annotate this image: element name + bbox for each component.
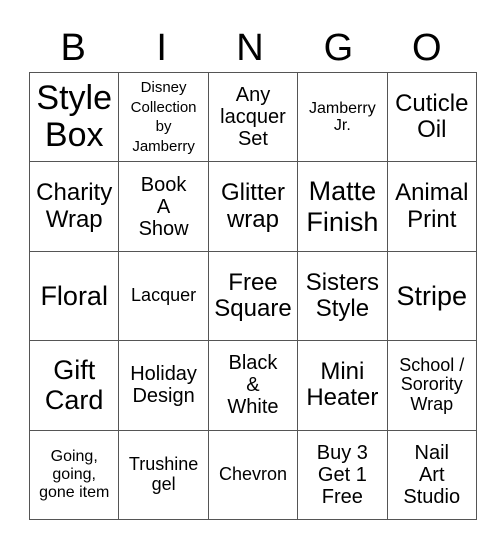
cell-text: Jamberry Jr.: [309, 99, 376, 135]
cell-text: Charity Wrap: [36, 179, 113, 233]
cell-text: Buy 3 Get 1 Free: [316, 441, 368, 508]
bingo-cell[interactable]: Mini Heater: [297, 340, 388, 431]
cell-text: Lacquer: [131, 285, 197, 306]
header-letter-o: O: [412, 27, 442, 69]
bingo-cell[interactable]: Buy 3 Get 1 Free: [297, 429, 388, 520]
cell-text: Book A Show: [138, 173, 189, 240]
grid-row: Style Box Disney Collection by Jamberry …: [28, 71, 477, 163]
grid-row: Gift Card Holiday Design Black & White M…: [28, 340, 477, 431]
bingo-cell[interactable]: School / Sorority Wrap: [386, 340, 477, 431]
header-letter-n: N: [236, 27, 264, 69]
cell-text: Gift Card: [44, 355, 104, 416]
cell-text: Style Box: [36, 78, 112, 155]
bingo-cell[interactable]: Jamberry Jr.: [297, 71, 388, 163]
bingo-cell[interactable]: Chevron: [207, 429, 299, 520]
grid-row: Floral Lacquer Free Square Sisters Style…: [28, 250, 477, 342]
bingo-cell[interactable]: Glitter wrap: [207, 161, 299, 252]
header-letter-i: I: [156, 27, 167, 69]
cell-text: Glitter wrap: [220, 179, 285, 233]
cell-text: Black & White: [227, 352, 279, 419]
cell-text: Nail Art Studio: [403, 441, 461, 508]
cell-text: School / Sorority Wrap: [399, 354, 465, 415]
bingo-header: B I N G O: [29, 24, 471, 72]
bingo-cell[interactable]: Stripe: [386, 250, 477, 342]
bingo-cell[interactable]: Disney Collection by Jamberry: [118, 71, 209, 163]
cell-text: Animal Print: [395, 179, 469, 233]
free-square-cell[interactable]: Free Square: [207, 250, 299, 342]
bingo-cell[interactable]: Going, going, gone item: [28, 429, 120, 520]
bingo-cell[interactable]: Nail Art Studio: [386, 429, 477, 520]
bingo-cell[interactable]: Any lacquer Set: [207, 71, 299, 163]
cell-text: Sisters Style: [305, 268, 380, 322]
bingo-cell[interactable]: Sisters Style: [297, 250, 388, 342]
cell-text: Cuticle Oil: [395, 89, 469, 144]
bingo-cell[interactable]: Cuticle Oil: [386, 71, 477, 163]
bingo-cell[interactable]: Floral: [28, 250, 120, 342]
cell-text: Free Square: [214, 268, 292, 322]
bingo-cell[interactable]: Matte Finish: [297, 161, 388, 252]
bingo-cell[interactable]: Charity Wrap: [28, 161, 120, 252]
cell-text: Going, going, gone item: [39, 448, 110, 501]
bingo-cell[interactable]: Gift Card: [28, 340, 120, 431]
header-letter-g: G: [323, 27, 354, 69]
cell-text: Mini Heater: [306, 357, 379, 412]
bingo-cell[interactable]: Black & White: [207, 340, 299, 431]
cell-text: Any lacquer Set: [220, 84, 286, 151]
bingo-cell[interactable]: Trushine gel: [118, 429, 209, 520]
bingo-cell[interactable]: Style Box: [28, 71, 120, 163]
cell-text: Disney Collection by Jamberry: [130, 79, 197, 155]
header-letter-b: B: [60, 27, 86, 69]
cell-text: Trushine gel: [128, 453, 199, 494]
cell-text: Matte Finish: [306, 176, 379, 237]
cell-text: Holiday Design: [130, 363, 197, 408]
bingo-cell[interactable]: Holiday Design: [118, 340, 209, 431]
cell-text: Floral: [40, 280, 108, 311]
grid-row: Charity Wrap Book A Show Glitter wrap Ma…: [28, 161, 477, 252]
bingo-cell[interactable]: Book A Show: [118, 161, 209, 252]
cell-text: Chevron: [218, 463, 287, 484]
cell-text: Stripe: [396, 280, 468, 311]
bingo-grid: Style Box Disney Collection by Jamberry …: [28, 71, 477, 520]
grid-row: Going, going, gone item Trushine gel Che…: [28, 429, 477, 520]
bingo-cell[interactable]: Lacquer: [118, 250, 209, 342]
bingo-cell[interactable]: Animal Print: [386, 161, 477, 252]
